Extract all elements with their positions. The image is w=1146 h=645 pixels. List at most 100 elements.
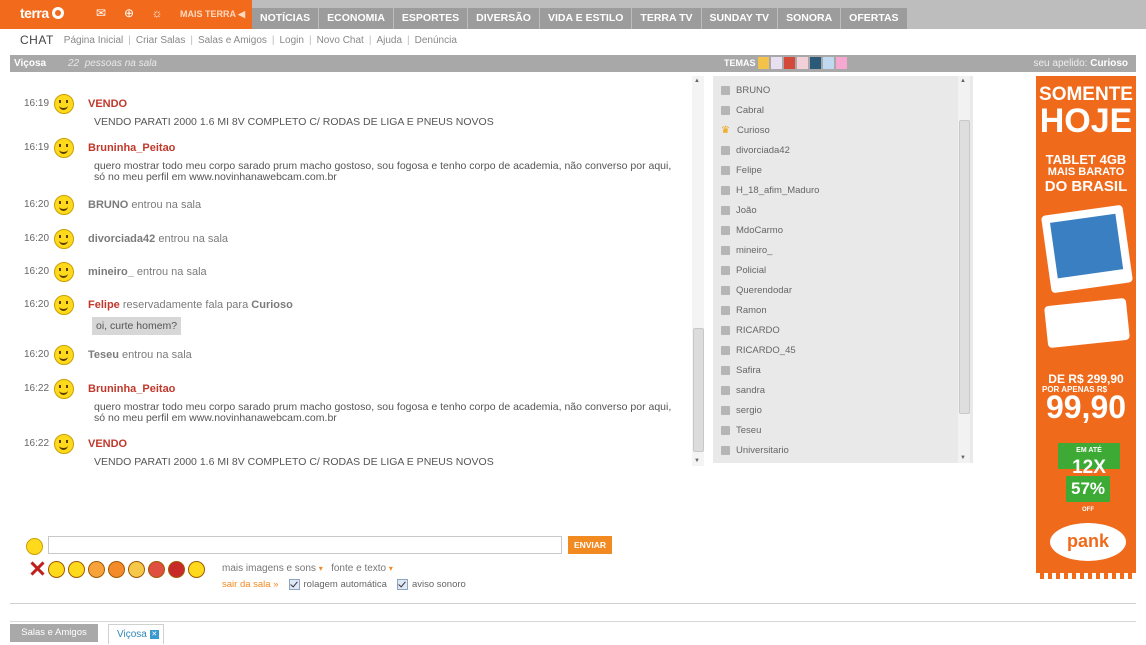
compose-options: mais imagens e sons ▾ fonte e texto ▾	[222, 563, 393, 574]
user-item[interactable]: Querendodar	[721, 280, 792, 300]
link-criar-salas[interactable]: Criar Salas	[136, 35, 185, 46]
send-button[interactable]: ENVIAR	[568, 536, 612, 554]
user-item[interactable]: João	[721, 200, 757, 220]
globe-icon[interactable]: ⊕	[122, 6, 136, 20]
user-icon	[721, 385, 730, 395]
user-item[interactable]: MdoCarmo	[721, 220, 783, 240]
user-item[interactable]: divorciada42	[721, 140, 790, 160]
devil-emoticon-icon[interactable]	[168, 561, 185, 578]
user-item[interactable]: Ramon	[721, 300, 767, 320]
nav-economia[interactable]: ECONOMIA	[319, 8, 394, 29]
close-icon[interactable]: ✕	[149, 629, 159, 639]
nav-sunday-tv[interactable]: SUNDAY TV	[701, 8, 779, 29]
top-icons: ✉ ⊕ ☼	[94, 6, 164, 20]
temas-label: TEMAS	[724, 58, 756, 68]
nav-sonora[interactable]: SONORA	[778, 8, 842, 29]
nav-diversao[interactable]: DIVERSÃO	[468, 8, 540, 29]
user-item[interactable]: Safira	[721, 360, 761, 380]
user-list-scrollbar[interactable]: ▲ ▼	[958, 76, 970, 463]
user-item[interactable]: Cabral	[721, 100, 764, 120]
theme-swatch-2[interactable]	[771, 57, 782, 69]
mais-terra-link[interactable]: MAIS TERRA ◀	[180, 9, 245, 20]
user-item[interactable]: Felipe	[721, 160, 762, 180]
nav-vida-e-estilo[interactable]: VIDA E ESTILO	[539, 8, 633, 29]
user-icon	[721, 425, 730, 435]
smiley-icon	[54, 434, 74, 454]
mail-icon[interactable]: ✉	[94, 6, 108, 20]
link-novo-chat[interactable]: Novo Chat	[317, 35, 364, 46]
user-item[interactable]: mineiro_	[721, 240, 772, 260]
scroll-down-icon[interactable]: ▼	[960, 455, 966, 461]
user-icon	[721, 305, 730, 315]
autoscroll-checkbox[interactable]	[288, 579, 300, 590]
user-item[interactable]: RICARDO	[721, 320, 780, 340]
nav-ofertas[interactable]: OFERTAS	[841, 8, 908, 29]
sad-emoticon-icon[interactable]	[188, 561, 205, 578]
nav-terra-tv[interactable]: TERRA TV	[632, 8, 702, 29]
user-item[interactable]: sandra	[721, 380, 765, 400]
user-item-self[interactable]: ♛ Curioso	[721, 120, 770, 140]
emoji-picker-icon[interactable]	[26, 538, 43, 555]
link-denuncia[interactable]: Denúncia	[415, 35, 457, 46]
theme-swatch-4[interactable]	[797, 57, 808, 69]
sun-icon[interactable]: ☼	[150, 6, 164, 20]
user-item[interactable]: Universitario	[721, 440, 789, 460]
theme-swatch-1[interactable]	[758, 57, 769, 69]
terra-logo[interactable]: terra	[20, 5, 64, 21]
theme-swatch-5[interactable]	[810, 57, 821, 69]
nav-noticias[interactable]: NOTÍCIAS	[252, 8, 320, 29]
tab-salas-e-amigos[interactable]: Salas e Amigos	[10, 624, 98, 642]
scroll-up-icon[interactable]: ▲	[960, 78, 966, 84]
user-item[interactable]: H_18_afim_Maduro	[721, 180, 819, 200]
more-media-link[interactable]: mais imagens e sons	[222, 563, 316, 574]
chat-scroll-thumb[interactable]	[693, 328, 704, 452]
smiley-icon	[54, 345, 74, 365]
smiley-icon	[54, 295, 74, 315]
laugh-emoticon-icon[interactable]	[88, 561, 105, 578]
tab-room[interactable]: Viçosa ✕	[108, 624, 164, 644]
nav-esportes[interactable]: ESPORTES	[393, 8, 469, 29]
scroll-up-icon[interactable]: ▲	[694, 78, 700, 84]
user-scroll-thumb[interactable]	[959, 120, 970, 414]
main-nav: NOTÍCIAS ECONOMIA ESPORTES DIVERSÃO VIDA…	[252, 8, 908, 29]
user-item[interactable]: Teseu	[721, 420, 761, 440]
font-text-link[interactable]: fonte e texto	[331, 563, 386, 574]
user-icon	[721, 165, 730, 175]
theme-swatch-6[interactable]	[823, 57, 834, 69]
surprised-emoticon-icon[interactable]	[128, 561, 145, 578]
link-pagina-inicial[interactable]: Página Inicial	[64, 35, 123, 46]
link-login[interactable]: Login	[280, 35, 304, 46]
wink-emoticon-icon[interactable]	[108, 561, 125, 578]
room-options: sair da sala » rolagem automática aviso …	[222, 579, 466, 590]
user-icon	[721, 145, 730, 155]
angry-emoticon-icon[interactable]	[148, 561, 165, 578]
user-icon	[721, 285, 730, 295]
user-icon	[721, 365, 730, 375]
user-item[interactable]: RICARDO_45	[721, 340, 796, 360]
sound-alert-checkbox[interactable]	[396, 579, 408, 590]
smiley-icon	[54, 94, 74, 114]
link-salas-e-amigos[interactable]: Salas e Amigos	[198, 35, 267, 46]
clear-icon[interactable]	[30, 561, 45, 576]
chevron-down-icon: ▾	[388, 564, 393, 573]
private-message-bubble: oi, curte homem?	[92, 317, 182, 335]
smile-emoticon-icon[interactable]	[48, 561, 65, 578]
user-list: BRUNO Cabral ♛ Curioso divorciada42 Felip…	[713, 76, 973, 463]
user-item[interactable]: sergio	[721, 400, 762, 420]
user-item[interactable]: BRUNO	[721, 80, 770, 100]
user-icon	[721, 345, 730, 355]
theme-swatch-3[interactable]	[784, 57, 795, 69]
user-icon	[721, 225, 730, 235]
tablet-ad-banner[interactable]: SOMENTE HOJE TABLET 4GB MAIS BARATO DO B…	[1036, 76, 1136, 579]
user-item[interactable]: Policial	[721, 260, 766, 280]
leave-room-link[interactable]: sair da sala »	[222, 579, 279, 590]
grin-emoticon-icon[interactable]	[68, 561, 85, 578]
chat-scrollbar[interactable]: ▲ ▼	[692, 76, 704, 466]
link-ajuda[interactable]: Ajuda	[376, 35, 402, 46]
room-name: Viçosa	[14, 58, 47, 69]
scroll-down-icon[interactable]: ▼	[694, 458, 700, 464]
chat-title: CHAT	[20, 33, 54, 47]
user-icon	[721, 245, 730, 255]
message-input[interactable]	[48, 536, 562, 554]
theme-swatch-7[interactable]	[836, 57, 847, 69]
